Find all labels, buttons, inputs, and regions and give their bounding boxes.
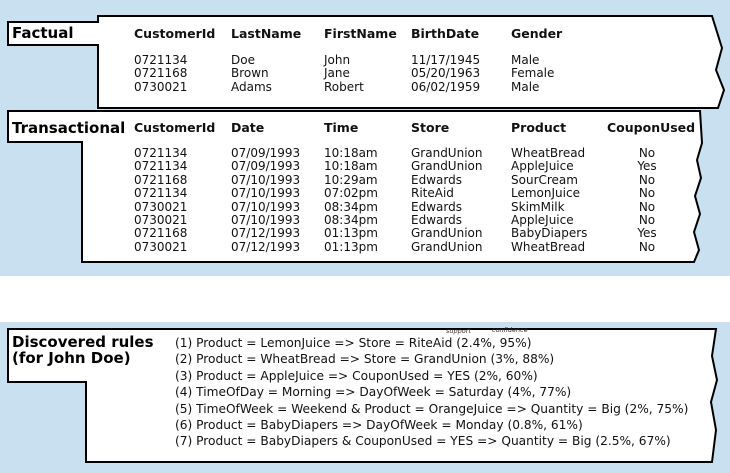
transactional-cell: 0721168 <box>134 172 188 187</box>
transactional-cell: 07/09/1993 <box>231 146 301 160</box>
factual-cell: Brown <box>231 66 269 81</box>
transactional-cell: 0721168 <box>134 226 188 241</box>
rule-item-4: (4) TimeOfDay = Morning => DayOfWeek = S… <box>175 385 572 400</box>
transactional-cell: 0730021 <box>134 213 188 227</box>
transactional-cell: Edwards <box>411 213 462 227</box>
transactional-cell: Edwards <box>411 199 462 214</box>
rules-title-line-2: (for John Doe) <box>12 349 131 367</box>
transactional-cell: WheatBread <box>511 239 586 254</box>
transactional-cell: AppleJuice <box>511 159 574 174</box>
transactional-cell: 07/10/1993 <box>231 172 301 187</box>
transactional-cell: 10:18am <box>324 146 378 160</box>
rules-title-line-1: Discovered rules <box>12 333 154 351</box>
factual-cell: Male <box>511 79 540 94</box>
transactional-cell: GrandUnion <box>411 239 483 254</box>
transactional-cell: 07:02pm <box>324 186 378 201</box>
transactional-header-customerid: CustomerId <box>134 120 216 135</box>
transactional-cell: 01:13pm <box>324 239 378 254</box>
rule-item-2: (2) Product = WheatBread => Store = Gran… <box>175 352 555 367</box>
transactional-cell: No <box>638 239 656 254</box>
rules-list: (1) Product = LemonJuice => Store = Rite… <box>175 335 688 450</box>
transactional-cell: No <box>638 172 656 187</box>
factual-header-gender: Gender <box>511 26 563 41</box>
transactional-header-product: Product <box>511 120 567 135</box>
factual-header-lastname: LastName <box>231 26 302 41</box>
transactional-cell: 07/10/1993 <box>231 213 301 227</box>
transactional-header-date: Date <box>231 120 265 135</box>
transactional-cell: 07/10/1993 <box>231 199 301 214</box>
transactional-cell: 07/12/1993 <box>231 239 301 254</box>
transactional-cell: 0730021 <box>134 239 188 254</box>
factual-header-firstname: FirstName <box>324 26 397 41</box>
transactional-cell: Yes <box>637 159 657 174</box>
rule-item-7: (7) Product = BabyDiapers & CouponUsed =… <box>175 434 671 449</box>
transactional-cell: SkimMilk <box>511 199 565 214</box>
transactional-cell: 0730021 <box>134 199 188 214</box>
transactional-cell: No <box>638 213 656 227</box>
transactional-cell: 08:34pm <box>324 213 378 227</box>
transactional-cell: WheatBread <box>511 146 586 160</box>
factual-cell: 06/02/1959 <box>411 79 481 94</box>
transactional-cell: GrandUnion <box>411 146 483 160</box>
factual-cell: Female <box>511 66 555 81</box>
factual-header-customerid: CustomerId <box>134 26 216 41</box>
transactional-title: Transactional <box>12 119 126 137</box>
transactional-cell: AppleJuice <box>511 213 574 227</box>
rule-item-1: (1) Product = LemonJuice => Store = Rite… <box>175 336 532 350</box>
rule-item-6: (6) Product = BabyDiapers => DayOfWeek =… <box>175 418 583 433</box>
transactional-cell: SourCream <box>511 172 578 187</box>
confidence-annotation: confidence <box>492 326 528 334</box>
transactional-cell: 08:34pm <box>324 199 378 214</box>
factual-title: Factual <box>12 24 74 42</box>
transactional-cell: No <box>638 186 656 201</box>
transactional-cell: 0721134 <box>134 146 188 160</box>
transactional-cell: 0721134 <box>134 159 188 174</box>
transactional-cell: GrandUnion <box>411 159 483 174</box>
transactional-cell: 0721134 <box>134 186 188 201</box>
transactional-header-time: Time <box>324 120 359 135</box>
transactional-cell: BabyDiapers <box>511 226 588 241</box>
transactional-cell: RiteAid <box>411 186 454 201</box>
transactional-cell: 01:13pm <box>324 226 378 241</box>
factual-cell: Adams <box>231 79 272 94</box>
transactional-cell: 07/09/1993 <box>231 159 301 174</box>
transactional-cell: Yes <box>637 226 657 241</box>
transactional-cell: No <box>638 146 656 160</box>
transactional-cell: Edwards <box>411 172 462 187</box>
rule-item-3: (3) Product = AppleJuice => CouponUsed =… <box>175 368 538 383</box>
factual-cell: 0721168 <box>134 66 188 81</box>
factual-cell: 05/20/1963 <box>411 66 481 81</box>
transactional-cell: No <box>638 199 656 214</box>
factual-cell: 0730021 <box>134 79 188 94</box>
transactional-cell: GrandUnion <box>411 226 483 241</box>
transactional-cell: 07/12/1993 <box>231 226 301 241</box>
transactional-cell: 10:29am <box>324 172 378 187</box>
factual-header-birthdate: BirthDate <box>411 26 480 41</box>
factual-cell: Robert <box>324 79 364 94</box>
transactional-cell: LemonJuice <box>511 186 580 201</box>
transactional-header-couponused: CouponUsed <box>607 120 696 135</box>
factual-cell: Jane <box>324 66 350 81</box>
transactional-cell: 07/10/1993 <box>231 186 301 201</box>
support-annotation: support <box>446 327 471 335</box>
transactional-header-store: Store <box>411 120 450 135</box>
rule-item-5: (5) TimeOfWeek = Weekend & Product = Ora… <box>175 401 689 416</box>
transactional-cell: 10:18am <box>324 159 378 174</box>
